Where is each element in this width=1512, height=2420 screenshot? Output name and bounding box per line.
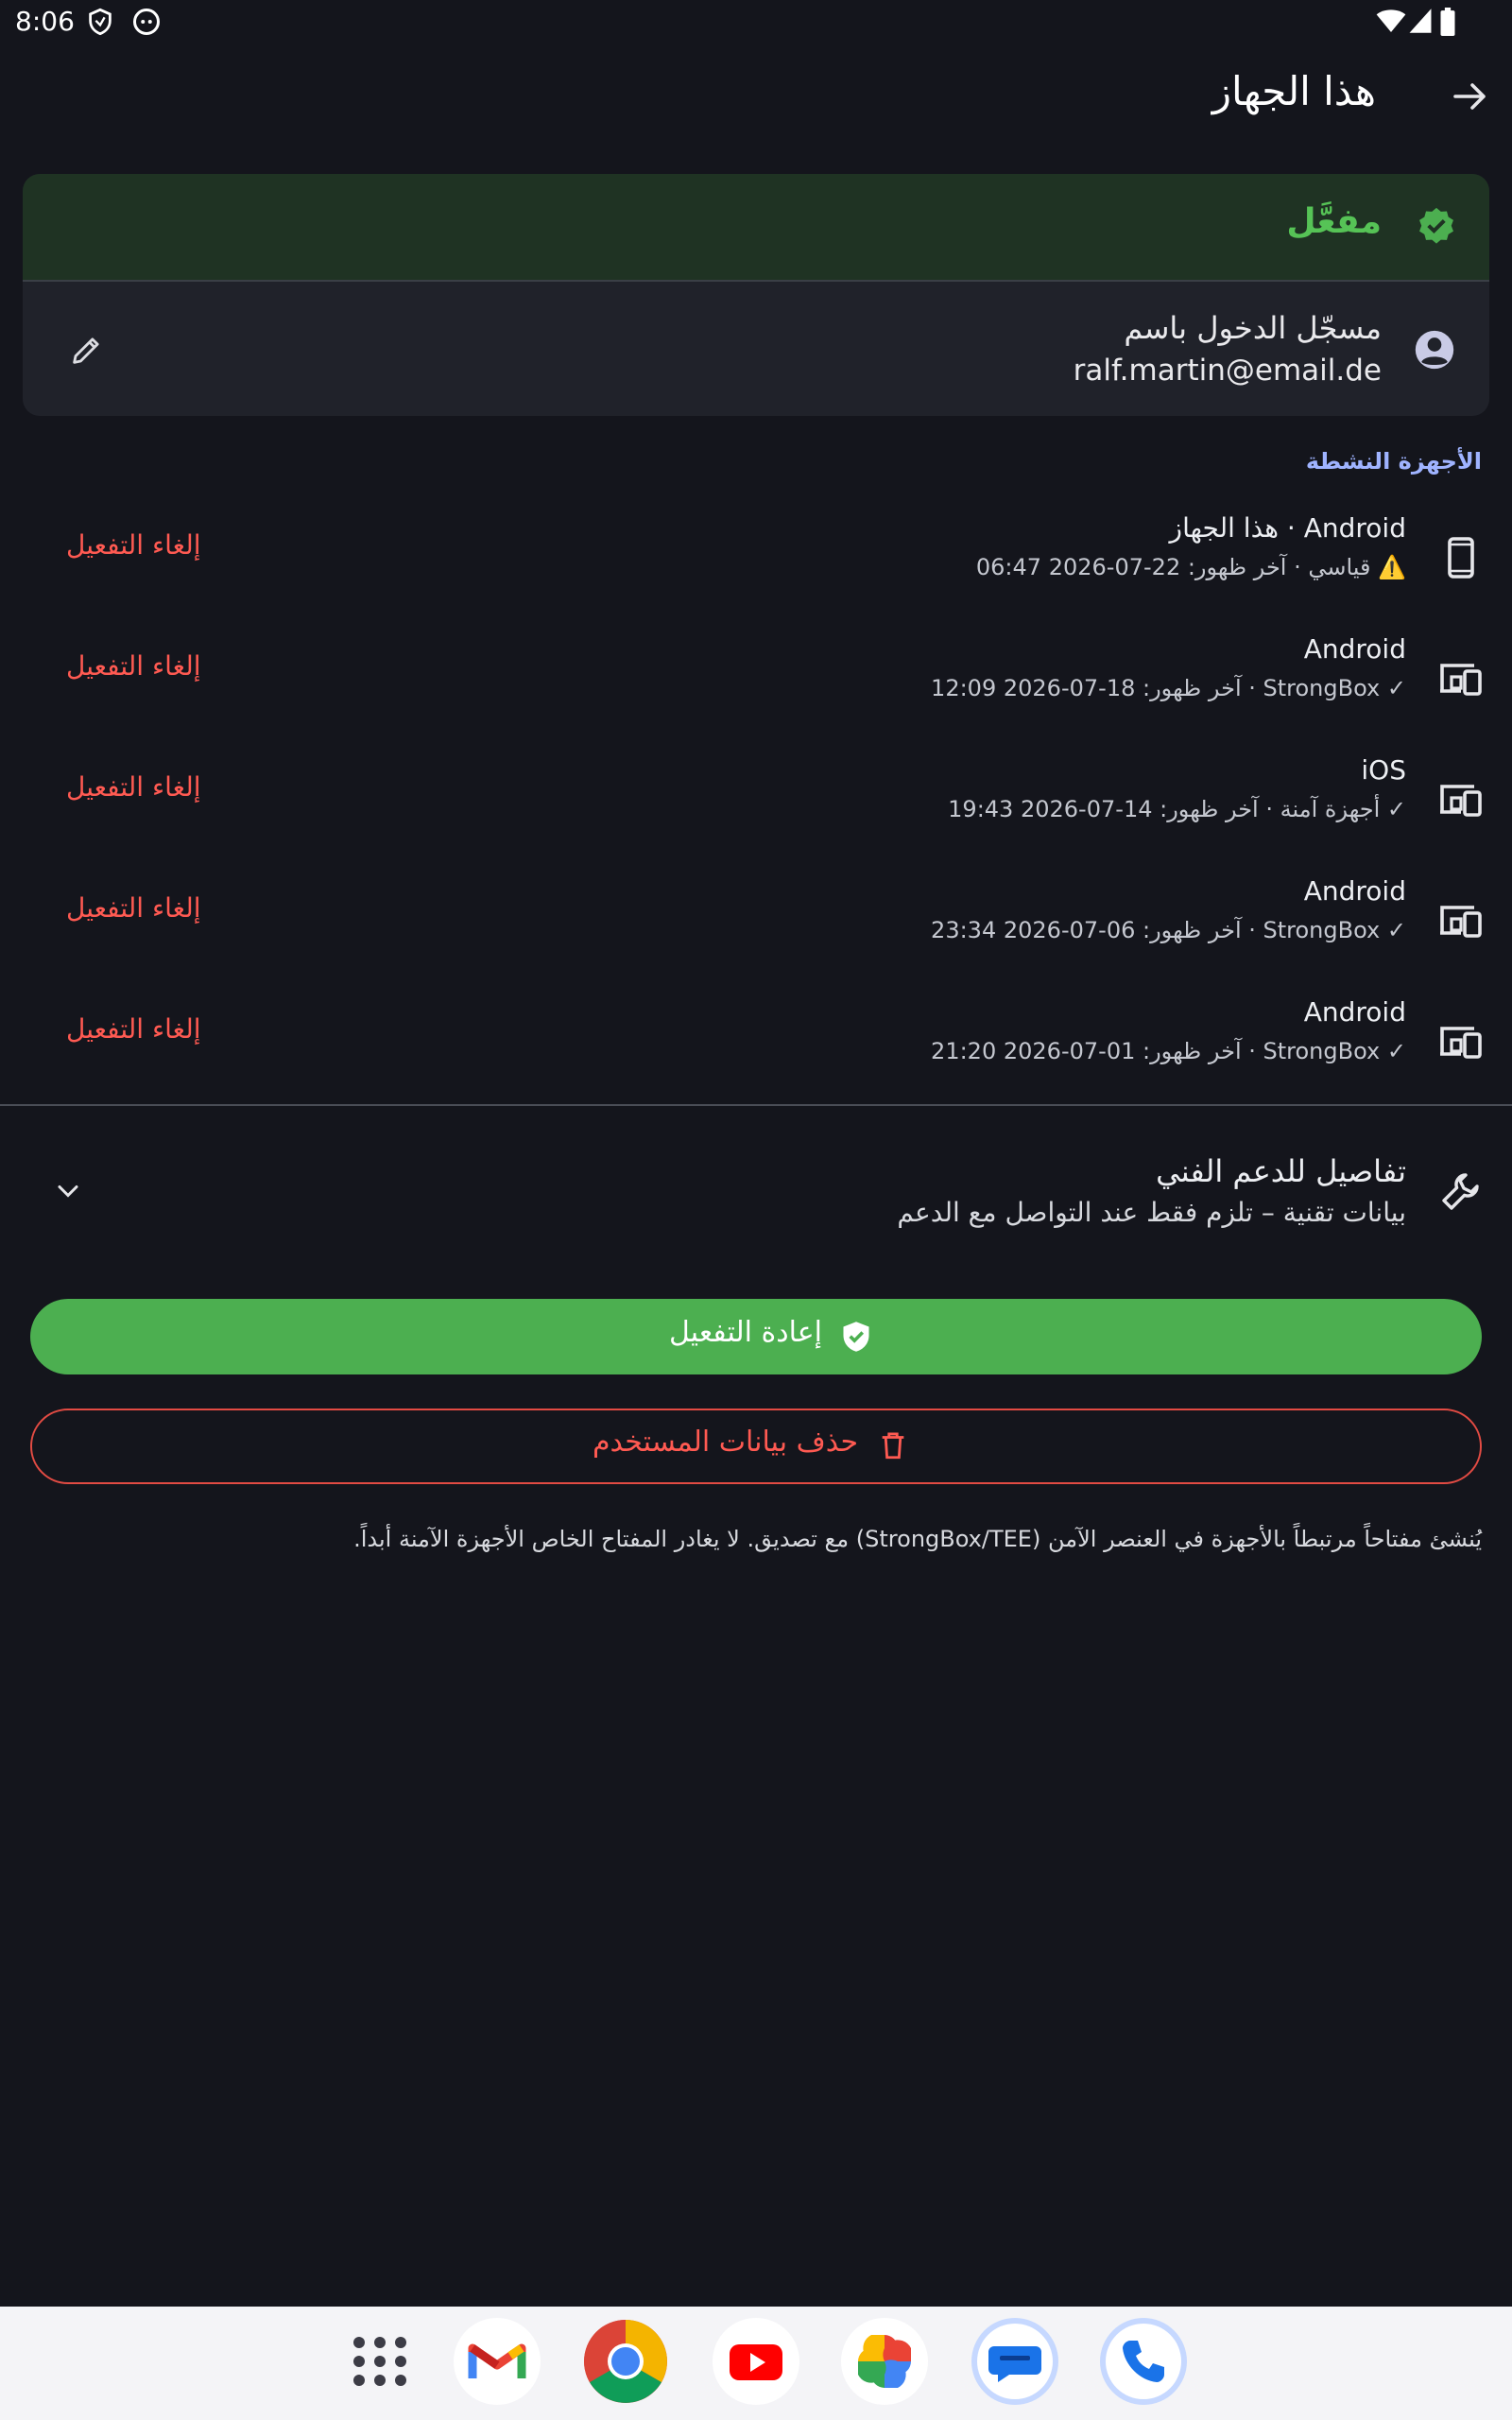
active-devices-header: الأجهزة النشطة — [1305, 448, 1482, 475]
page-title: هذا الجهاز — [1211, 68, 1376, 114]
device-row: Android ✓ StrongBox · آخر ظهور: 06-07-20… — [0, 872, 1512, 993]
devices-icon — [1438, 1019, 1484, 1064]
chrome-icon[interactable] — [582, 2318, 669, 2405]
notification-face-icon — [132, 8, 161, 40]
chevron-down-icon[interactable] — [51, 1174, 85, 1212]
device-title: iOS — [1361, 754, 1406, 786]
app-dock — [0, 2307, 1512, 2420]
devices-icon — [1438, 656, 1484, 701]
device-subtitle: ✓ StrongBox · آخر ظهور: 06-07-2026 23:34 — [931, 917, 1406, 943]
device-row: iOS ✓ أجهزة آمنة · آخر ظهور: 14-07-2026 … — [0, 751, 1512, 872]
deactivate-button[interactable]: إلغاء التفعيل — [66, 892, 201, 924]
vpn-shield-icon — [87, 8, 113, 40]
reactivate-button[interactable]: إعادة التفعيل — [30, 1299, 1482, 1374]
verified-check-icon — [1416, 206, 1457, 251]
device-subtitle: ✓ أجهزة آمنة · آخر ظهور: 14-07-2026 19:4… — [948, 796, 1406, 822]
devices-icon — [1438, 898, 1484, 943]
footnote-text: يُنشئ مفتاحاً مرتبطاً بالأجهزة في العنصر… — [353, 1526, 1482, 1552]
activation-status-label: مفعَّل — [1286, 202, 1382, 241]
activation-status-banner: مفعَّل — [23, 174, 1489, 282]
wrench-icon — [1438, 1168, 1484, 1218]
section-divider — [0, 1104, 1512, 1106]
device-title: Android · هذا الجهاز — [1169, 512, 1406, 544]
back-button[interactable] — [1448, 74, 1493, 119]
trash-icon — [877, 1429, 909, 1465]
tech-details-title: تفاصيل للدعم الفني — [1156, 1153, 1406, 1189]
phone-icon[interactable] — [1100, 2318, 1187, 2405]
device-title: Android — [1303, 996, 1406, 1028]
cell-signal-icon — [1408, 8, 1433, 38]
apps-grid-icon[interactable] — [336, 2318, 423, 2405]
device-subtitle: ✓ StrongBox · آخر ظهور: 18-07-2026 12:09 — [931, 675, 1406, 701]
wifi-icon — [1376, 8, 1406, 38]
device-subtitle: ⚠️ قياسي · آخر ظهور: 22-07-2026 06:47 — [975, 554, 1406, 580]
smartphone-icon — [1438, 535, 1484, 580]
battery-icon — [1440, 8, 1455, 40]
status-bar: 8:06 — [0, 0, 1512, 47]
deactivate-button[interactable]: إلغاء التفعيل — [66, 650, 201, 682]
device-row: Android · هذا الجهاز ⚠️ قياسي · آخر ظهور… — [0, 509, 1512, 630]
devices-icon — [1438, 777, 1484, 822]
deactivate-button[interactable]: إلغاء التفعيل — [66, 529, 201, 561]
delete-user-data-label: حذف بيانات المستخدم — [592, 1426, 858, 1459]
youtube-icon[interactable] — [713, 2318, 799, 2405]
device-row: Android ✓ StrongBox · آخر ظهور: 01-07-20… — [0, 993, 1512, 1114]
device-row: Android ✓ StrongBox · آخر ظهور: 18-07-20… — [0, 630, 1512, 751]
arrow-forward-icon — [1453, 83, 1486, 110]
device-title: Android — [1303, 875, 1406, 907]
account-email: ralf.martin@email.de — [1073, 354, 1382, 388]
edit-account-button[interactable] — [68, 331, 113, 376]
photos-icon[interactable] — [841, 2318, 928, 2405]
shield-check-icon — [839, 1320, 873, 1357]
messages-icon[interactable] — [971, 2318, 1058, 2405]
delete-user-data-button[interactable]: حذف بيانات المستخدم — [30, 1409, 1482, 1484]
pencil-icon — [73, 337, 99, 364]
device-title: Android — [1303, 633, 1406, 665]
deactivate-button[interactable]: إلغاء التفعيل — [66, 771, 201, 803]
device-subtitle: ✓ StrongBox · آخر ظهور: 01-07-2026 21:20 — [931, 1038, 1406, 1064]
gmail-icon[interactable] — [454, 2318, 541, 2405]
tech-details-subtitle: بيانات تقنية – تلزم فقط عند التواصل مع ا… — [897, 1197, 1406, 1228]
signed-in-label: مسجّل الدخول باسم — [1124, 310, 1382, 346]
account-card: مفعَّل مسجّل الدخول باسم ralf.martin@ema… — [23, 174, 1489, 416]
status-time: 8:06 — [15, 6, 75, 37]
reactivate-label: إعادة التفعيل — [669, 1316, 822, 1349]
account-circle-icon — [1414, 329, 1455, 374]
deactivate-button[interactable]: إلغاء التفعيل — [66, 1013, 201, 1045]
